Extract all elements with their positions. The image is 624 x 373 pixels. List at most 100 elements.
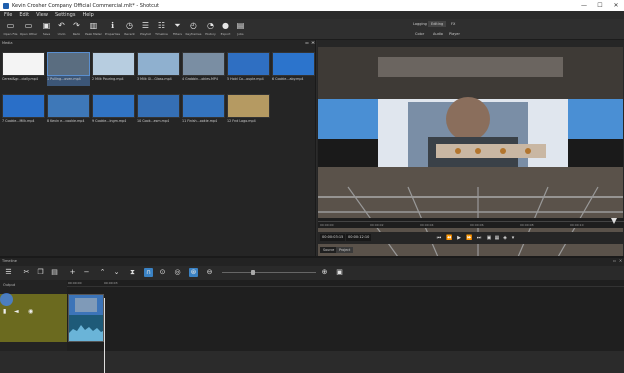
timeline-clip[interactable] [68, 294, 104, 342]
grid-icon[interactable]: ▦ [494, 235, 500, 241]
zoom-fit-timeline-icon[interactable]: ▣ [335, 268, 344, 277]
scrub-drag-icon[interactable]: ⊙ [158, 268, 167, 277]
media-clip[interactable]: 11 Finish...ookie.mp4 [182, 94, 225, 128]
layout-editing[interactable]: Editing [428, 21, 447, 27]
jobs-button[interactable]: ▤ Jobs [233, 20, 248, 39]
media-clip[interactable]: 9 Cookie...ingm.mp4 [92, 94, 135, 128]
clip-label: 2 Milk Pouring.mp4 [92, 77, 124, 81]
scrubber[interactable]: 00:00:00 00:00:02 00:00:04 00:00:06 00:0… [318, 218, 624, 228]
layout-audio[interactable]: Audio [430, 31, 446, 37]
snap-icon[interactable]: ∩ [144, 268, 153, 277]
open-other-button[interactable]: ▭ Open Other [20, 20, 37, 39]
info-icon: ℹ [110, 21, 115, 30]
zoom-slider-handle[interactable] [251, 270, 255, 275]
media-clip[interactable]: Cereal&gr...cially.mp4 [2, 52, 45, 86]
close-button[interactable]: ✕ [608, 0, 624, 11]
zoom-in-icon[interactable]: ⊕ [320, 268, 329, 277]
menu-view[interactable]: View [36, 12, 48, 18]
timeline-toolbar: ☰ ✂ ❐ ▤ + − ⌃ ⌄ ⧗ ∩ ⊙ ◎ ⊛ ⊖ ⊕ ▣ [0, 266, 624, 280]
ripple-delete-icon[interactable]: − [82, 268, 91, 277]
layout-player[interactable]: Player [446, 31, 463, 37]
clip-thumbnail [137, 94, 180, 118]
timeline-area[interactable]: 00:00:00 00:00:03 [67, 280, 624, 351]
menu-file[interactable]: File [4, 12, 12, 18]
eye-icon[interactable]: ◉ [28, 308, 33, 315]
open-file-button[interactable]: ▭ Open File [3, 20, 18, 39]
rewind-icon[interactable]: ⏪ [446, 235, 452, 241]
ripple-all-icon[interactable]: ⊛ [189, 268, 198, 277]
lift-icon[interactable]: ⌃ [98, 268, 107, 277]
peak-meter-button[interactable]: ▥ Peak Meter [85, 20, 102, 39]
clip-label: 8 Kevin e...cookie.mp4 [47, 119, 85, 123]
tab-source[interactable]: Source [320, 247, 338, 253]
clip-label: 9 Cookie...ingm.mp4 [92, 119, 127, 123]
media-clip[interactable]: 8 Kevin e...cookie.mp4 [47, 94, 90, 128]
scrub-handle[interactable] [611, 218, 617, 224]
lock-icon[interactable]: ▮ [3, 308, 6, 315]
media-clip[interactable]: 3 Milk Gl...Glass.mp4 [137, 52, 180, 86]
save-button[interactable]: ▣ Save [39, 20, 54, 39]
media-clip[interactable]: 5 Hold Co...ouple.mp4 [227, 52, 270, 86]
recent-button[interactable]: ◷ Recent [122, 20, 137, 39]
menu-edit[interactable]: Edit [19, 12, 29, 18]
clip-label: 12 Fnd Logo.mp4 [227, 119, 256, 123]
track-name: Output [3, 283, 16, 287]
playhead[interactable] [104, 298, 105, 373]
ruler-mark: 00:00:00 [68, 281, 82, 285]
timeline-icon: ☷ [157, 21, 166, 30]
history-button[interactable]: ◔ History [203, 20, 218, 39]
menu-settings[interactable]: Settings [55, 12, 76, 18]
zoom-slider[interactable] [222, 272, 316, 273]
clock-icon: ◷ [126, 21, 133, 30]
zoom-out-icon[interactable]: ⊖ [205, 268, 214, 277]
keyframes-button[interactable]: ◴ Keyframes [186, 20, 202, 39]
redo-button[interactable]: ↷ Redo [69, 20, 84, 39]
tab-project[interactable]: Project [336, 247, 354, 253]
menu-help[interactable]: Help [82, 12, 93, 18]
timeline-close-icon[interactable]: ✕ [618, 258, 623, 263]
timeline-menu-icon[interactable]: ☰ [4, 268, 13, 277]
clip-thumbnail [227, 94, 270, 118]
mute-icon[interactable]: ◄ [14, 308, 19, 315]
scrub-mark: 00:00:06 [470, 223, 484, 227]
current-timecode[interactable]: 00:00:03:15 [320, 234, 346, 241]
copy-icon[interactable]: ❐ [36, 268, 45, 277]
minimize-button[interactable]: — [576, 0, 592, 11]
media-clip[interactable]: 12 Fnd Logo.mp4 [227, 94, 270, 128]
play-icon[interactable]: ▶ [456, 235, 462, 241]
media-clip[interactable]: 2 Milk Pouring.mp4 [92, 52, 135, 86]
playlist-button[interactable]: ☰ Playlist [138, 20, 153, 39]
zoom-fit-icon[interactable]: ▣ [486, 235, 492, 241]
properties-button[interactable]: ℹ Properties [105, 20, 120, 39]
player-menu-icon[interactable]: ▾ [510, 235, 516, 241]
layout-color[interactable]: Color [412, 31, 427, 37]
player-close-icon[interactable]: ✕ [311, 40, 316, 45]
export-button[interactable]: ● Export [218, 20, 233, 39]
fast-forward-icon[interactable]: ⏩ [466, 235, 472, 241]
skip-start-icon[interactable]: ⏮ [436, 235, 442, 241]
filters-button[interactable]: ⏷ Filters [170, 20, 185, 39]
folder-open-icon: ▭ [6, 21, 15, 30]
skip-end-icon[interactable]: ⏭ [476, 235, 482, 241]
scrub-mark: 00:00:02 [370, 223, 384, 227]
layout-fx[interactable]: FX [448, 21, 458, 27]
ripple-icon[interactable]: ◎ [173, 268, 182, 277]
split-icon[interactable]: ⧗ [128, 268, 137, 277]
undo-button[interactable]: ↶ Undo [54, 20, 69, 39]
timeline-button[interactable]: ☷ Timeline [154, 20, 169, 39]
append-icon[interactable]: + [68, 268, 77, 277]
media-clip[interactable]: 7 Cookie...Milk.mp4 [2, 94, 45, 128]
player-float-icon[interactable]: ▫ [305, 40, 310, 45]
media-clip[interactable]: 4 Grabbin...okies.MP4 [182, 52, 225, 86]
volume-icon[interactable]: ◈ [502, 235, 508, 241]
media-clip[interactable]: 10 Cook...esm.mp4 [137, 94, 180, 128]
timeline-ruler: 00:00:00 00:00:03 [67, 280, 624, 287]
paste-icon[interactable]: ▤ [50, 268, 59, 277]
layout-logging[interactable]: Logging [410, 21, 430, 27]
media-clip[interactable]: 1 Pulling...oven.mp4 [47, 52, 90, 86]
maximize-button[interactable]: ☐ [592, 0, 608, 11]
cut-icon[interactable]: ✂ [22, 268, 31, 277]
timeline-float-icon[interactable]: ▫ [612, 258, 617, 263]
overwrite-icon[interactable]: ⌄ [112, 268, 121, 277]
media-clip[interactable]: 6 Cookie...aby.mp4 [272, 52, 315, 86]
